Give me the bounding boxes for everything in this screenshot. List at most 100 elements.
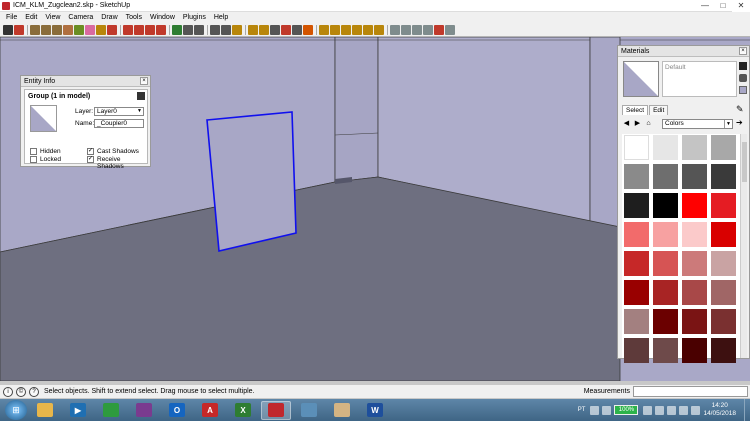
color-swatch[interactable] <box>624 309 649 334</box>
top-view-icon[interactable] <box>330 24 340 35</box>
language-indicator[interactable]: PT <box>578 407 586 413</box>
wifi-icon[interactable] <box>691 405 701 415</box>
flag-icon[interactable] <box>667 405 677 415</box>
taskbar-sketchup[interactable] <box>261 400 291 420</box>
orbit-tool-icon[interactable] <box>172 24 182 35</box>
credits-icon[interactable]: © <box>16 386 26 397</box>
help-icon[interactable]: ? <box>29 386 39 397</box>
layer-select[interactable]: Layer0 ▼ <box>94 107 144 116</box>
color-swatch[interactable] <box>624 338 649 363</box>
back-arrow-icon[interactable]: ◀ <box>622 119 631 129</box>
menu-help[interactable]: Help <box>210 14 232 21</box>
hidden-checkbox[interactable] <box>30 148 37 155</box>
color-swatch[interactable] <box>624 135 649 160</box>
taskbar-explorer[interactable] <box>30 401 60 420</box>
color-swatch[interactable] <box>653 193 678 218</box>
taskbar-notes[interactable] <box>327 401 357 420</box>
arc-tool-icon[interactable] <box>63 24 73 35</box>
receive-shadows-checkbox[interactable]: ✓ <box>87 156 94 163</box>
color-swatch[interactable] <box>653 164 678 189</box>
zoom-window-icon[interactable] <box>210 24 220 35</box>
color-swatch[interactable] <box>682 280 707 305</box>
eraser-tool-icon[interactable] <box>85 24 95 35</box>
taskbar-acrobat[interactable]: A <box>195 401 225 420</box>
bluetooth-icon[interactable] <box>655 405 665 415</box>
forward-arrow-icon[interactable]: ▶ <box>633 119 642 129</box>
shaded-textures-icon[interactable] <box>434 24 444 35</box>
library-select[interactable]: Colors ▼ <box>662 119 733 129</box>
color-swatch[interactable] <box>653 338 678 363</box>
volume-icon[interactable] <box>679 405 689 415</box>
color-swatch[interactable] <box>653 280 678 305</box>
color-swatch[interactable] <box>653 309 678 334</box>
shaded-icon[interactable] <box>423 24 433 35</box>
front-view-icon[interactable] <box>341 24 351 35</box>
monochrome-icon[interactable] <box>445 24 455 35</box>
measurements-input[interactable] <box>633 386 748 397</box>
color-swatch[interactable] <box>624 222 649 247</box>
pin-icon[interactable] <box>137 92 145 100</box>
home-icon[interactable]: ⌂ <box>644 119 653 129</box>
minimize-button[interactable]: — <box>696 0 714 12</box>
color-swatch[interactable] <box>711 164 736 189</box>
close-button[interactable]: ✕ <box>732 0 750 12</box>
material-thumbnail[interactable] <box>30 105 57 132</box>
offset-tool-icon[interactable] <box>156 24 166 35</box>
color-swatch[interactable] <box>682 251 707 276</box>
scale-tool-icon[interactable] <box>145 24 155 35</box>
material-name-field[interactable]: Default <box>662 61 737 97</box>
color-swatch[interactable] <box>711 280 736 305</box>
menu-edit[interactable]: Edit <box>21 14 41 21</box>
color-swatch[interactable] <box>711 135 736 160</box>
left-view-icon[interactable] <box>374 24 384 35</box>
eyedropper-icon[interactable]: ✎ <box>736 104 744 115</box>
text-tool-icon[interactable] <box>270 24 280 35</box>
xray-icon[interactable] <box>390 24 400 35</box>
menu-camera[interactable]: Camera <box>64 14 97 21</box>
taskbar-outlook[interactable]: O <box>162 401 192 420</box>
menu-window[interactable]: Window <box>146 14 179 21</box>
polygon-tool-icon[interactable] <box>52 24 62 35</box>
color-swatch[interactable] <box>624 280 649 305</box>
taskbar-word[interactable]: W <box>360 401 390 420</box>
right-view-icon[interactable] <box>352 24 362 35</box>
color-swatch[interactable] <box>682 135 707 160</box>
color-swatch[interactable] <box>653 222 678 247</box>
zoom-tool-icon[interactable] <box>194 24 204 35</box>
default-swatch-icon[interactable] <box>739 86 747 94</box>
materials-close-icon[interactable]: × <box>739 47 747 55</box>
color-swatch[interactable] <box>711 251 736 276</box>
tape-measure-icon[interactable] <box>232 24 242 35</box>
back-view-icon[interactable] <box>363 24 373 35</box>
3d-text-icon[interactable] <box>292 24 302 35</box>
tray-expand-icon[interactable] <box>590 405 600 415</box>
axes-tool-icon[interactable] <box>281 24 291 35</box>
color-swatch[interactable] <box>624 251 649 276</box>
push-pull-icon[interactable] <box>107 24 117 35</box>
locked-checkbox[interactable] <box>30 156 37 163</box>
dimension-tool-icon[interactable] <box>248 24 258 35</box>
taskbar-winrar[interactable] <box>129 401 159 420</box>
move-tool-icon[interactable] <box>123 24 133 35</box>
menu-tools[interactable]: Tools <box>122 14 146 21</box>
name-input[interactable]: _Coupler0 <box>94 119 144 128</box>
color-swatch[interactable] <box>624 193 649 218</box>
color-swatch[interactable] <box>682 309 707 334</box>
rotate-tool-icon[interactable] <box>134 24 144 35</box>
create-material-icon[interactable] <box>739 62 747 70</box>
menu-draw[interactable]: Draw <box>97 14 121 21</box>
color-swatch[interactable] <box>682 338 707 363</box>
taskbar-excel[interactable]: X <box>228 401 258 420</box>
iso-view-icon[interactable] <box>319 24 329 35</box>
network-icon[interactable] <box>643 405 653 415</box>
cast-shadows-checkbox[interactable]: ✓ <box>87 148 94 155</box>
details-arrow-icon[interactable]: ➔ <box>736 118 743 127</box>
hidden-line-icon[interactable] <box>412 24 422 35</box>
taskbar-photos[interactable] <box>294 401 324 420</box>
color-swatch[interactable] <box>653 135 678 160</box>
protractor-icon[interactable] <box>259 24 269 35</box>
color-swatch[interactable] <box>682 193 707 218</box>
taskbar-chrome[interactable] <box>96 401 126 420</box>
show-desktop-button[interactable] <box>744 399 750 421</box>
select-tool-icon[interactable] <box>3 24 13 35</box>
